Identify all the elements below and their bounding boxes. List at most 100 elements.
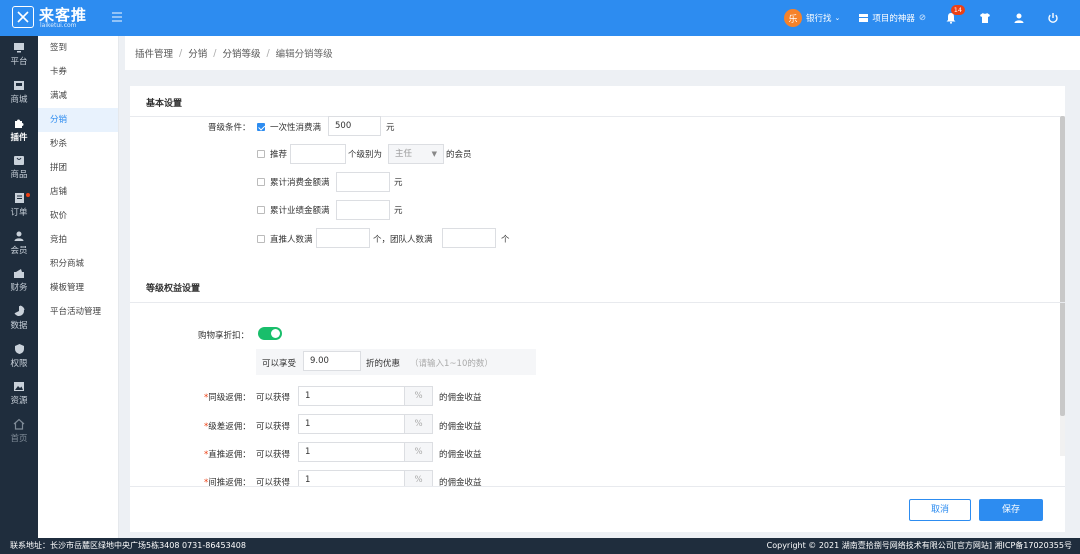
level-diff-commission-label: *级差返佣： — [204, 422, 251, 432]
referral-count-input[interactable] — [290, 144, 346, 164]
submenu-item-group-buy[interactable]: 拼团 — [38, 156, 118, 180]
submenu-item-shop[interactable]: 店铺 — [38, 180, 118, 204]
submenu-item-distribution[interactable]: 分销 — [38, 108, 118, 132]
cond-team-label: 个，团队人数满 — [373, 235, 433, 245]
cond-referral-mid: 个级别为 — [348, 150, 383, 160]
commission-suffix: 的佣金收益 — [439, 393, 482, 403]
discount-hint: （请输入1~10的数） — [410, 359, 493, 369]
percent-suffix: % — [405, 414, 433, 434]
nav-item-permission[interactable]: 权限 — [0, 337, 38, 375]
shirt-icon[interactable] — [978, 11, 992, 25]
divider — [130, 302, 1065, 303]
commission-prefix: 可以获得 — [256, 393, 291, 403]
nav-item-member[interactable]: 会员 — [0, 224, 38, 262]
cond-total-spend-checkbox[interactable] — [257, 178, 265, 186]
notification-badge: 14 — [950, 5, 965, 15]
store-switcher[interactable]: 项目的神器 ⊘ — [858, 12, 926, 24]
submenu-item-templates[interactable]: 模板管理 — [38, 276, 118, 300]
power-icon[interactable] — [1046, 11, 1060, 25]
total-performance-input[interactable] — [336, 200, 390, 220]
form-actions: 取消 保存 — [130, 486, 1065, 532]
same-level-commission-input[interactable] — [298, 386, 405, 406]
submenu-item-flash-sale[interactable]: 秒杀 — [38, 132, 118, 156]
unit-yuan: 元 — [394, 178, 403, 188]
order-icon — [14, 193, 24, 204]
referral-level-select[interactable]: 主任 ▼ — [388, 144, 444, 164]
cond-direct-referral-label: 直推人数满 — [270, 235, 313, 245]
commission-prefix: 可以获得 — [256, 450, 291, 460]
section-title-basic: 基本设置 — [146, 99, 183, 109]
direct-commission-input[interactable] — [298, 442, 405, 462]
percent-suffix: % — [405, 386, 433, 406]
section-title-level: 等级权益设置 — [146, 284, 201, 294]
submenu-item-coupon[interactable]: 卡券 — [38, 60, 118, 84]
submenu-item-auction[interactable]: 竞拍 — [38, 228, 118, 252]
breadcrumb-distribution-level[interactable]: 分销等级 — [222, 46, 260, 60]
scrollbar-thumb[interactable] — [1060, 116, 1065, 416]
nav-item-home[interactable]: 首页 — [0, 412, 38, 450]
breadcrumb-distribution[interactable]: 分销 — [188, 46, 207, 60]
cond-total-performance-checkbox[interactable] — [257, 206, 265, 214]
member-icon — [14, 231, 24, 241]
nav-item-mall[interactable]: 商城 — [0, 74, 38, 112]
user-icon[interactable] — [1012, 11, 1026, 25]
cond-single-purchase-label: 一次性消费满 — [270, 123, 322, 133]
nav-item-plugin[interactable]: 插件 — [0, 111, 38, 149]
discount-label: 购物享折扣： — [198, 331, 250, 341]
direct-referral-input[interactable] — [316, 228, 370, 248]
level-diff-commission-input[interactable] — [298, 414, 405, 434]
finance-icon — [14, 268, 24, 278]
cond-single-purchase-checkbox[interactable] — [257, 123, 265, 131]
discount-suffix: 折的优惠 — [366, 359, 401, 369]
resource-icon — [14, 381, 24, 391]
unit-ge: 个 — [501, 235, 510, 245]
nav-item-goods[interactable]: 商品 — [0, 149, 38, 187]
discount-prefix: 可以享受 — [262, 359, 297, 369]
commission-suffix: 的佣金收益 — [439, 450, 482, 460]
total-spend-input[interactable] — [336, 172, 390, 192]
discount-input[interactable] — [303, 351, 361, 371]
nav-item-finance[interactable]: 财务 — [0, 262, 38, 300]
logo-domain: laiketui.com — [40, 22, 77, 29]
submenu-item-signin[interactable]: 签到 — [38, 36, 118, 60]
footer-bar: 联系地址：长沙市岳麓区绿地中央广场5栋3408 0731-86453408 Co… — [0, 538, 1080, 554]
copyright[interactable]: Copyright © 2021 湖南壹拾捌号网络技术有限公司[官方网站] 湘I… — [767, 538, 1072, 554]
single-purchase-input[interactable] — [328, 116, 381, 136]
nav-item-platform[interactable]: 平台 — [0, 36, 38, 74]
cancel-button[interactable]: 取消 — [909, 499, 971, 521]
direct-commission-label: *直推返佣： — [204, 450, 251, 460]
submenu-item-points-mall[interactable]: 积分商城 — [38, 252, 118, 276]
submenu-item-full-reduction[interactable]: 满减 — [38, 84, 118, 108]
cond-direct-referral-checkbox[interactable] — [257, 235, 265, 243]
chevron-down-icon: ⌄ — [834, 14, 841, 22]
unit-yuan: 元 — [394, 206, 403, 216]
unit-yuan: 元 — [386, 123, 395, 133]
permission-icon — [14, 343, 24, 354]
cond-total-performance-label: 累计业绩金额满 — [270, 206, 330, 216]
commission-suffix: 的佣金收益 — [439, 422, 482, 432]
breadcrumb-separator: / — [213, 47, 217, 59]
team-size-input[interactable] — [442, 228, 496, 248]
user-menu[interactable]: 乐 银行找 ⌄ — [783, 9, 841, 27]
bell-icon[interactable]: 14 — [944, 5, 965, 25]
nav-item-resource[interactable]: 资源 — [0, 374, 38, 412]
submenu-item-bargain[interactable]: 砍价 — [38, 204, 118, 228]
cond-referral-checkbox[interactable] — [257, 150, 265, 158]
edit-level-form: 基本设置 晋级条件： 一次性消费满 元 推荐 个级别为 主任 ▼ 的会员 累计消… — [130, 86, 1065, 532]
avatar: 乐 — [783, 9, 802, 27]
main-nav: 平台 商城 插件 商品 订单 会员 财务 数据 权限 资源 首页 — [0, 36, 38, 538]
user-name: 银行找 — [805, 14, 832, 24]
store-icon — [14, 80, 24, 90]
nav-item-order[interactable]: 订单 — [0, 186, 38, 224]
chart-icon — [14, 305, 25, 316]
chevron-down-icon: ▼ — [431, 150, 437, 158]
menu-toggle-icon[interactable] — [110, 10, 124, 24]
home-icon — [13, 418, 25, 430]
save-button[interactable]: 保存 — [979, 499, 1043, 521]
discount-toggle[interactable] — [258, 327, 282, 340]
submenu-item-platform-activity[interactable]: 平台活动管理 — [38, 300, 118, 324]
nav-item-data[interactable]: 数据 — [0, 299, 38, 337]
breadcrumb-plugin-management[interactable]: 插件管理 — [135, 46, 173, 60]
monitor-icon — [14, 43, 24, 53]
commission-prefix: 可以获得 — [256, 422, 291, 432]
